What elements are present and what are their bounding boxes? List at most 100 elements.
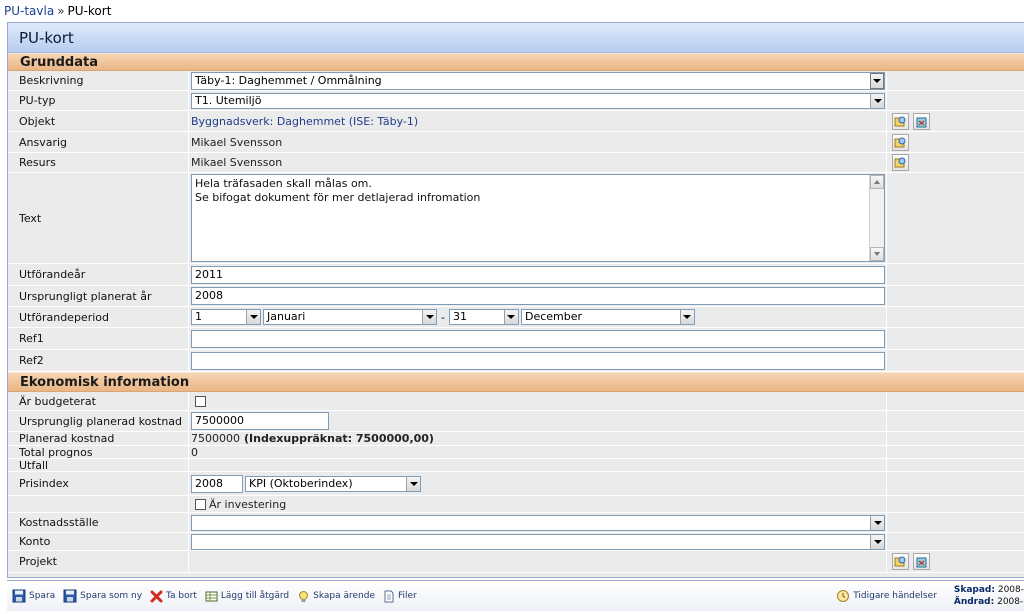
end-month-select[interactable]: December <box>520 309 695 325</box>
konto-select[interactable] <box>191 533 885 550</box>
ar-investering-empty-label <box>8 496 189 512</box>
chevron-down-icon[interactable] <box>406 476 420 491</box>
textarea-scrollbar[interactable] <box>869 175 884 261</box>
row-ref1: Ref1 <box>8 328 1024 350</box>
planerad-kostnad-value: 7500000 <box>191 432 240 445</box>
save-as-new-button[interactable]: Spara som ny <box>63 589 142 603</box>
objekt-link[interactable]: Byggnadsverk: Daghemmet (ISE: Täby-1) <box>191 115 418 128</box>
planerad-kostnad-index: (Indexuppräknat: 7500000,00) <box>244 432 434 445</box>
history-label: Tidigare händelser <box>853 590 937 601</box>
ref2-input[interactable] <box>191 351 885 370</box>
ar-investering-label: Är investering <box>209 497 287 511</box>
breadcrumb-separator: » <box>57 4 65 18</box>
floppy-disk-icon <box>12 589 26 603</box>
total-prognos-label: Total prognos <box>8 446 189 459</box>
chevron-down-icon[interactable] <box>422 310 436 324</box>
row-ar-budgeterat: Är budgeterat <box>8 392 1024 411</box>
history-button[interactable]: Tidigare händelser <box>836 589 937 603</box>
ref2-label: Ref2 <box>8 350 189 371</box>
select-ansvarig-icon[interactable] <box>892 133 909 151</box>
chevron-down-icon[interactable] <box>870 515 884 530</box>
prisindex-year-input[interactable]: 2008 <box>191 474 243 493</box>
chevron-down-icon[interactable] <box>246 310 260 324</box>
ar-investering-checkbox[interactable] <box>195 498 206 510</box>
beskrivning-value: Täby-1: Daghemmet / Ommålning <box>195 73 382 87</box>
period-dash: - <box>441 310 445 324</box>
row-konto: Konto <box>8 533 1024 551</box>
clear-object-icon[interactable] <box>913 112 930 130</box>
ref1-label: Ref1 <box>8 328 189 349</box>
row-kostnadsstalle: Kostnadsställe <box>8 513 1024 533</box>
prisindex-value: KPI (Oktoberindex) <box>249 476 353 490</box>
utforandear-label: Utförandeår <box>8 264 189 285</box>
projekt-label: Projekt <box>8 551 189 572</box>
created-label: Skapad: <box>953 584 995 595</box>
prisindex-select[interactable]: KPI (Oktoberindex) <box>245 475 421 492</box>
bottom-toolbar: Spara Spara som ny Ta bort Lägg till åtg… <box>7 580 1024 611</box>
kostnadsstalle-label: Kostnadsställe <box>8 513 189 532</box>
document-icon <box>384 590 394 602</box>
row-projekt: Projekt <box>8 551 1024 573</box>
row-prisindex: Prisindex 2008 KPI (Oktoberindex) <box>8 472 1024 496</box>
table-add-icon <box>205 591 218 601</box>
end-month-value: December <box>524 310 583 323</box>
ursprunglig-kostnad-label: Ursprunglig planerad kostnad <box>8 411 189 431</box>
add-action-button[interactable]: Lägg till åtgärd <box>205 590 289 603</box>
delete-button[interactable]: Ta bort <box>150 590 197 603</box>
ar-budgeterat-label: Är budgeterat <box>8 392 189 410</box>
section-ekonomisk-information: Ekonomisk information <box>8 372 1024 392</box>
row-resurs: Resurs Mikael Svensson <box>8 153 1024 173</box>
save-label: Spara <box>29 591 56 601</box>
select-object-icon[interactable] <box>892 112 909 130</box>
files-button[interactable]: Filer <box>383 590 417 603</box>
pu-typ-label: PU-typ <box>8 91 189 110</box>
select-projekt-icon[interactable] <box>892 553 909 570</box>
select-resurs-icon[interactable] <box>892 154 909 171</box>
row-total-prognos: Total prognos 0 <box>8 446 1024 459</box>
chevron-down-icon[interactable] <box>679 310 694 324</box>
start-month-select[interactable]: Januari <box>263 309 437 325</box>
chevron-down-icon[interactable] <box>870 93 884 108</box>
beskrivning-select[interactable]: Täby-1: Daghemmet / Ommålning <box>191 71 885 90</box>
text-textarea[interactable]: Hela träfasaden skall målas om. Se bifog… <box>191 174 885 262</box>
scroll-up-icon[interactable] <box>870 175 884 189</box>
planerad-kostnad-label: Planerad kostnad <box>8 432 189 445</box>
row-pu-typ: PU-typ T1. Utemiljö <box>8 91 1024 111</box>
ursprungligt-ar-input[interactable]: 2008 <box>191 287 885 305</box>
end-day-select[interactable]: 31 <box>448 309 519 325</box>
modified-label: Ändrad: <box>953 596 995 607</box>
page-title: PU-kort <box>8 23 1024 53</box>
row-ursprungligt-ar: Ursprungligt planerat år 2008 <box>8 286 1024 307</box>
created-value: 2008- <box>997 584 1024 595</box>
create-case-label: Skapa ärende <box>313 591 375 601</box>
utforandear-input[interactable]: 2011 <box>191 265 885 284</box>
breadcrumb-link-pu-tavla[interactable]: PU-tavla <box>4 4 54 18</box>
create-case-button[interactable]: Skapa ärende <box>297 590 375 603</box>
save-button[interactable]: Spara <box>12 589 55 603</box>
row-utfall: Utfall <box>8 459 1024 472</box>
row-planerad-kostnad: Planerad kostnad 7500000 (Indexuppräknat… <box>8 432 1024 446</box>
kostnadsstalle-select[interactable] <box>191 514 885 531</box>
chevron-down-icon[interactable] <box>503 310 518 324</box>
ref1-input[interactable] <box>191 329 885 348</box>
resurs-label: Resurs <box>8 153 189 172</box>
row-ref2: Ref2 <box>8 350 1024 372</box>
ursprungligt-ar-label: Ursprungligt planerat år <box>8 286 189 306</box>
row-utforandear: Utförandeår 2011 <box>8 264 1024 286</box>
utfall-label: Utfall <box>8 459 189 472</box>
scroll-down-icon[interactable] <box>870 247 884 261</box>
pu-card: PU-kort Grunddata Beskrivning Täby-1: Da… <box>7 22 1024 578</box>
row-text: Text Hela träfasaden skall målas om. Se … <box>8 173 1024 264</box>
objekt-label: Objekt <box>8 111 189 131</box>
row-utforandeperiod: Utförandeperiod 1 Januari - 31 December <box>8 307 1024 328</box>
chevron-down-icon[interactable] <box>870 534 884 549</box>
ansvarig-label: Ansvarig <box>8 132 189 152</box>
beskrivning-label: Beskrivning <box>8 71 189 90</box>
clear-projekt-icon[interactable] <box>913 553 930 570</box>
resurs-value: Mikael Svensson <box>191 156 283 169</box>
start-day-select[interactable]: 1 <box>191 309 261 325</box>
ursprunglig-kostnad-input[interactable]: 7500000 <box>191 412 329 430</box>
pu-typ-select[interactable]: T1. Utemiljö <box>191 92 885 109</box>
ar-budgeterat-checkbox[interactable] <box>195 395 206 407</box>
chevron-down-icon[interactable] <box>870 72 884 89</box>
